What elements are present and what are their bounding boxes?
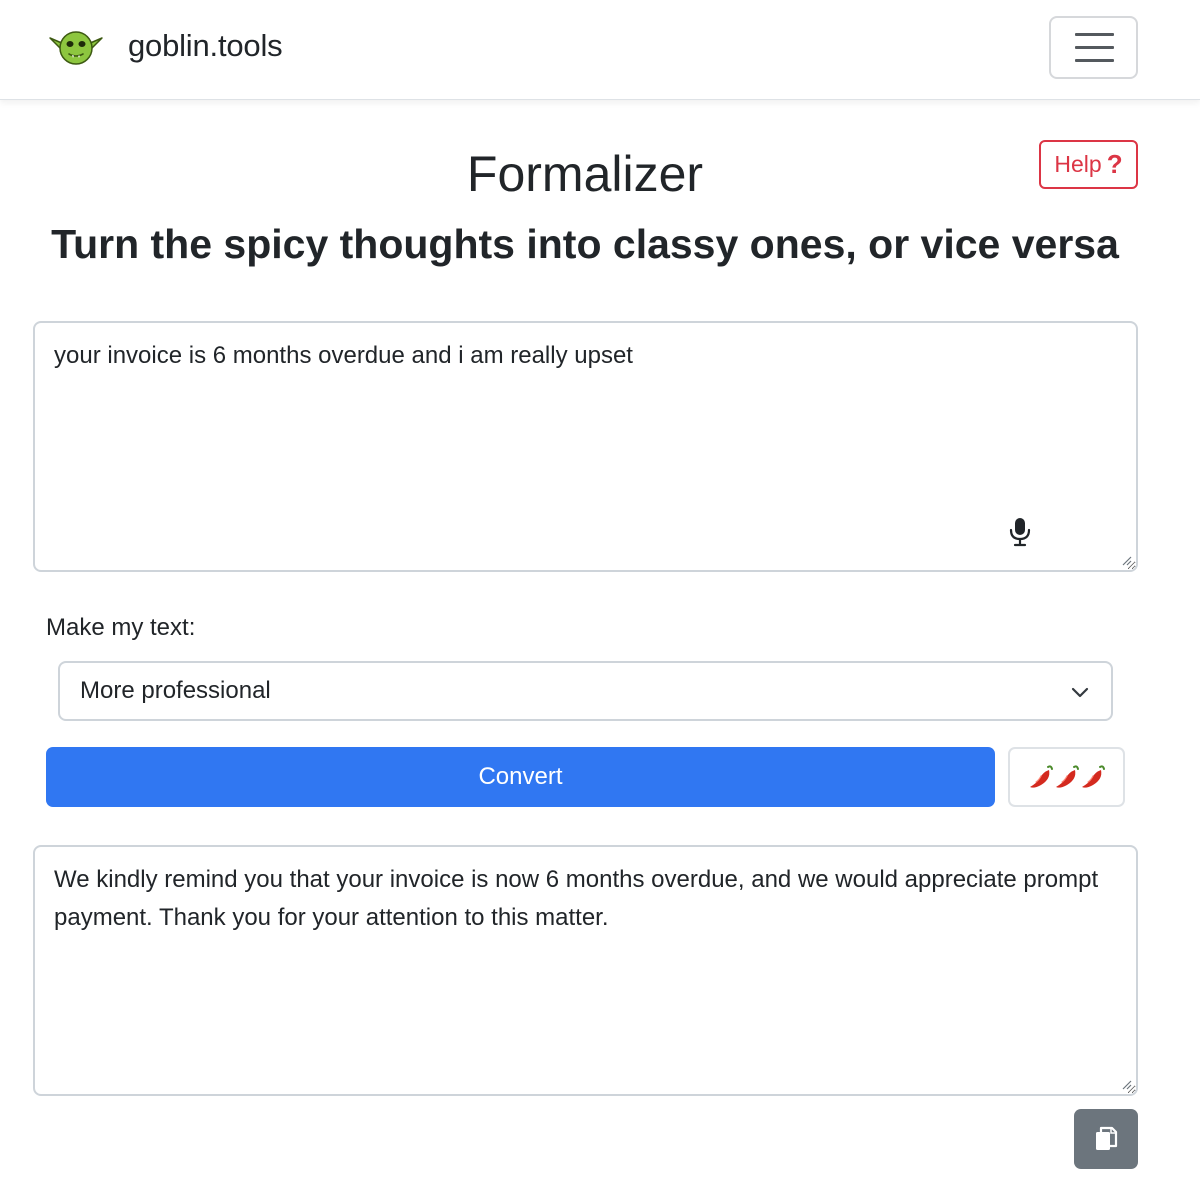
microphone-icon[interactable] [1008,517,1032,547]
copy-button[interactable] [1074,1109,1138,1169]
page-subtitle: Turn the spicy thoughts into classy ones… [51,221,1119,267]
chevron-down-icon [1071,687,1089,698]
hamburger-menu-icon-line [1075,46,1114,49]
hamburger-menu-icon-line [1075,59,1114,62]
hamburger-menu-icon [1075,33,1114,36]
page-title: Formalizer [466,146,704,202]
help-label: Help [1054,151,1102,177]
chili-pepper-icon [1055,765,1079,788]
make-my-text-label: Make my text: [46,614,196,641]
style-select[interactable]: More professional [58,661,1113,721]
convert-button[interactable]: Convert [46,747,995,807]
brand-link[interactable]: goblin.tools [48,24,283,68]
chili-pepper-icon [1029,765,1053,788]
chili-pepper-icon [1081,765,1105,788]
resize-handle-icon[interactable] [1120,554,1132,566]
brand-name: goblin.tools [128,28,283,63]
input-text: your invoice is 6 months overdue and i a… [54,342,633,369]
navbar: goblin.tools [0,0,1200,100]
spiciness-button[interactable] [1008,747,1125,807]
copy-icon [1096,1126,1118,1150]
navbar-toggle-button[interactable] [1049,16,1138,79]
question-mark-icon: ? [1106,149,1123,179]
output-textarea[interactable]: We kindly remind you that your invoice i… [33,845,1138,1096]
goblin-logo-icon [49,31,103,65]
input-textarea[interactable]: your invoice is 6 months overdue and i a… [33,321,1138,572]
style-select-value: More professional [80,677,271,704]
help-button[interactable]: Help ? [1039,140,1138,189]
output-text: We kindly remind you that your invoice i… [54,866,1099,931]
resize-handle-icon[interactable] [1120,1078,1132,1090]
